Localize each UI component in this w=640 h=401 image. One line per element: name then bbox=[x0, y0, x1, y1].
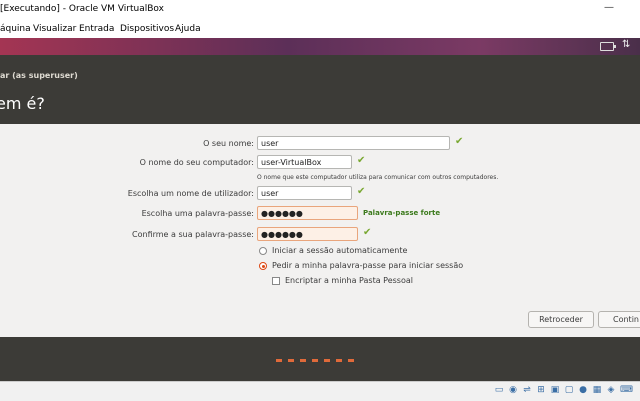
require-password-radio[interactable] bbox=[259, 262, 267, 270]
shared-folder-icon[interactable]: ▣ bbox=[550, 385, 560, 395]
confirm-valid-check-icon: ✔ bbox=[363, 227, 372, 238]
progress-dot bbox=[348, 359, 354, 362]
password-strength: Palavra-passe forte bbox=[363, 209, 441, 217]
keyboard-icon[interactable]: ⌨ bbox=[620, 385, 633, 395]
progress-dot bbox=[300, 359, 306, 362]
optical-icon[interactable]: ◉ bbox=[508, 385, 518, 395]
window-title: [Executando] - Oracle VM VirtualBox bbox=[0, 4, 164, 14]
name-valid-check-icon: ✔ bbox=[455, 136, 464, 147]
ubuntu-top-panel: ⇅ bbox=[0, 38, 640, 55]
name-input[interactable]: user bbox=[257, 136, 450, 150]
installer-header: em é? bbox=[0, 84, 640, 124]
menu-visualizar[interactable]: Visualizar bbox=[33, 24, 76, 34]
vm-statusbar: ▭ ◉ ⇌ ⊞ ▣ ▢ ● ▦ ◈ ⌨ bbox=[0, 381, 640, 401]
usb-icon[interactable]: ⇌ bbox=[522, 385, 532, 395]
installer-footer bbox=[0, 337, 640, 381]
menu-ajuda[interactable]: Ajuda bbox=[175, 24, 201, 34]
hdd-icon[interactable]: ▭ bbox=[494, 385, 504, 395]
confirm-password-label: Confirme a sua palavra-passe: bbox=[132, 230, 254, 239]
progress-dot bbox=[288, 359, 294, 362]
password-label: Escolha uma palavra-passe: bbox=[141, 209, 254, 218]
battery-icon[interactable] bbox=[600, 42, 616, 51]
progress-dot bbox=[312, 359, 318, 362]
menu-entrada[interactable]: Entrada bbox=[79, 24, 114, 34]
computer-name-label: O nome do seu computador: bbox=[139, 158, 254, 167]
installer-titlebar: ar (as superuser) bbox=[0, 68, 640, 84]
network-icon[interactable]: ⊞ bbox=[536, 385, 546, 395]
username-label: Escolha um nome de utilizador: bbox=[127, 189, 254, 198]
back-button[interactable]: Retroceder bbox=[528, 311, 594, 328]
continue-button[interactable]: Contin bbox=[598, 311, 640, 328]
auto-login-label[interactable]: Iniciar a sessão automaticamente bbox=[272, 246, 407, 255]
mouse-icon[interactable]: ◈ bbox=[606, 385, 616, 395]
installer-content: O seu nome: user ✔ O nome do seu computa… bbox=[0, 124, 640, 337]
confirm-password-input[interactable]: ●●●●●● bbox=[257, 227, 358, 241]
progress-dot bbox=[276, 359, 282, 362]
progress-dots bbox=[276, 359, 360, 378]
menu-maquina[interactable]: áquina bbox=[0, 24, 31, 34]
recording-icon[interactable]: ● bbox=[578, 385, 588, 395]
progress-dot bbox=[336, 359, 342, 362]
installer-title: ar (as superuser) bbox=[0, 71, 78, 80]
menu-dispositivos[interactable]: Dispositivos bbox=[120, 24, 174, 34]
progress-dot bbox=[324, 359, 330, 362]
computer-name-hint: O nome que este computador utiliza para … bbox=[257, 174, 499, 181]
window-titlebar: [Executando] - Oracle VM VirtualBox — bbox=[0, 0, 640, 21]
cpu-icon[interactable]: ▦ bbox=[592, 385, 602, 395]
encrypt-home-label[interactable]: Encriptar a minha Pasta Pessoal bbox=[285, 276, 413, 285]
require-password-label[interactable]: Pedir a minha palavra-passe para iniciar… bbox=[272, 261, 463, 270]
menubar: áquina Visualizar Entrada Dispositivos A… bbox=[0, 21, 640, 39]
name-label: O seu nome: bbox=[203, 139, 254, 148]
display-icon[interactable]: ▢ bbox=[564, 385, 574, 395]
page-heading: em é? bbox=[0, 94, 45, 113]
password-input[interactable]: ●●●●●● bbox=[257, 206, 358, 220]
computer-name-input[interactable]: user-VirtualBox bbox=[257, 155, 352, 169]
computer-valid-check-icon: ✔ bbox=[357, 155, 366, 166]
minimize-button[interactable]: — bbox=[604, 2, 614, 13]
auto-login-radio[interactable] bbox=[259, 247, 267, 255]
username-input[interactable]: user bbox=[257, 186, 352, 200]
username-valid-check-icon: ✔ bbox=[357, 186, 366, 197]
network-icon[interactable]: ⇅ bbox=[622, 39, 630, 50]
encrypt-home-checkbox[interactable] bbox=[272, 277, 280, 285]
